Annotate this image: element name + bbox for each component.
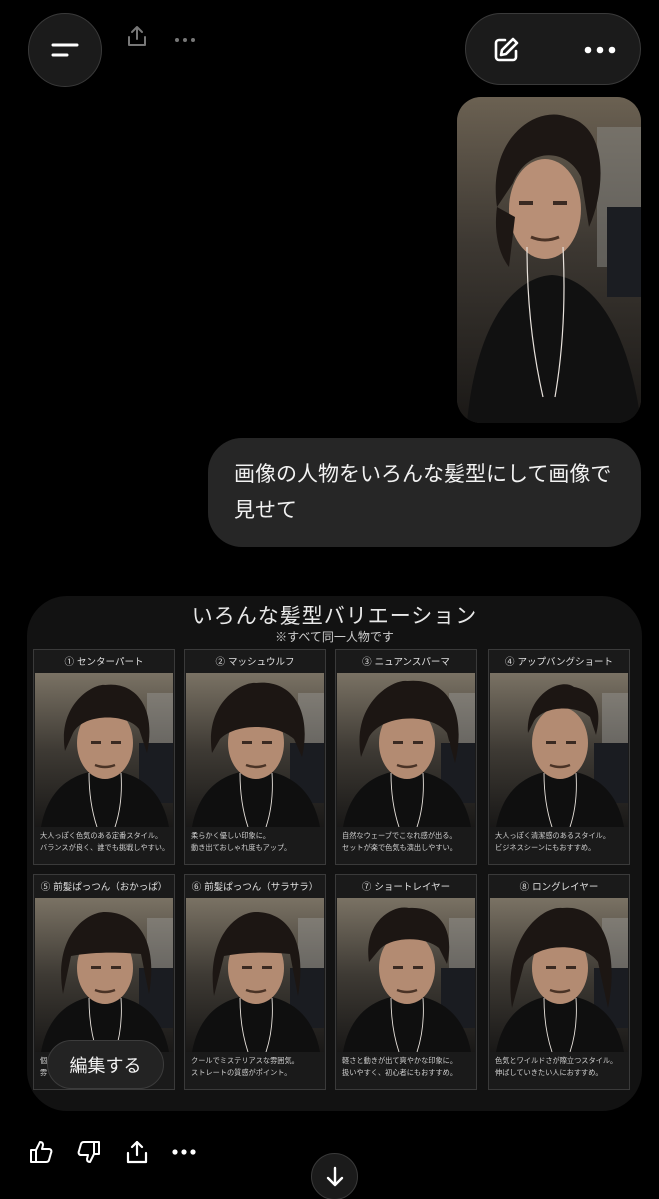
user-message-text: 画像の人物をいろんな髪型にして画像で見せて: [234, 462, 612, 522]
share-button[interactable]: [119, 1134, 155, 1170]
caption-line: バランスが良く、誰でも挑戦しやすい。: [40, 842, 170, 852]
header-actions: [465, 13, 641, 85]
hairstyle-label: ④ アップバングショート: [505, 657, 613, 668]
hairstyle-label: ① センターパート: [64, 657, 144, 668]
hairstyle-label: ⑧ ロングレイヤー: [519, 882, 599, 893]
hairstyle-photo: [490, 898, 628, 1052]
caption-line: クールでミステリアスな雰囲気。: [191, 1056, 299, 1065]
caption-line: 大人っぽく清潔感のあるスタイル。: [495, 831, 611, 840]
like-button[interactable]: [23, 1134, 59, 1170]
hairstyle-label: ② マッシュウルフ: [215, 657, 295, 668]
thumbs-down-icon: [77, 1141, 100, 1163]
image-title: いろんな髪型バリエーション: [191, 604, 478, 628]
hairstyle-label: ⑤ 前髪ぱっつん（おかっぱ）: [40, 882, 168, 893]
more-options-button[interactable]: [570, 20, 630, 80]
hairstyle-tile: ② マッシュウルフ柔らかく優しい印象に。動き出ておしゃれ度もアップ。: [184, 649, 326, 865]
hairstyle-label: ③ ニュアンスパーマ: [362, 657, 450, 668]
more-actions-button[interactable]: [166, 1134, 202, 1170]
hairstyle-label: ⑦ ショートレイヤー: [361, 882, 451, 893]
hairstyle-photo: [186, 673, 324, 827]
scroll-to-bottom-button[interactable]: [311, 1153, 358, 1199]
hairstyle-caption: 自然なウェーブでこなれ感が出る。 セットが楽で色気も演出しやすい。: [342, 830, 474, 853]
caption-line: 色気とワイルドさが際立つスタイル。: [495, 1056, 618, 1065]
share-icon: [126, 24, 148, 52]
hairstyle-caption: 柔らかく優しい印象に。動き出ておしゃれ度もアップ。: [191, 830, 323, 853]
caption-line: 伸ばしていきたい人におすすめ。: [495, 1067, 603, 1077]
caption-line: 軽さと動きが出て爽やかな印象に。: [342, 1056, 458, 1065]
user-uploaded-image[interactable]: [457, 97, 641, 423]
user-message-bubble: 画像の人物をいろんな髪型にして画像で見せて: [208, 438, 641, 547]
hairstyle-tile: ⑧ ロングレイヤー色気とワイルドさが際立つスタイル。 伸ばしていきたい人におすすめ…: [488, 874, 630, 1090]
share-icon: [126, 1140, 148, 1164]
caption-line: ビジネスシーンにもおすすめ。: [495, 842, 596, 852]
hairstyle-tile: ④ アップバングショート大人っぽく清潔感のあるスタイル。 ビジネスシーンにもおすす…: [488, 649, 630, 865]
more-horizontal-icon: [172, 1149, 196, 1155]
hairstyle-photo: [490, 673, 628, 827]
new-chat-button[interactable]: [476, 20, 536, 80]
hairstyle-tile: ⑦ ショートレイヤー軽さと動きが出て爽やかな印象に。 扱いやすく、初心者にもおすす…: [335, 874, 477, 1090]
hairstyle-tile: ① センターパート大人っぽく色気のある定番スタイル。 バランスが良く、誰でも挑戦し…: [33, 649, 175, 865]
menu-icon: [51, 43, 79, 57]
caption-line: 動き出ておしゃれ度もアップ。: [191, 842, 292, 852]
caption-line: 柔らかく優しい印象に。: [191, 831, 271, 840]
image-subtitle: ※すべて同一人物です: [275, 630, 394, 644]
thumbs-up-icon: [30, 1141, 53, 1163]
arrow-down-icon: [326, 1166, 343, 1186]
hairstyle-photo: [337, 898, 475, 1052]
hairstyle-caption: クールでミステリアスな雰囲気。 ストレートの質感がポイント。: [191, 1055, 323, 1078]
generated-image-card[interactable]: いろんな髪型バリエーション ※すべて同一人物です ① センターパート大人っぽく色…: [27, 596, 642, 1111]
more-horizontal-icon: [174, 30, 196, 49]
caption-line: 扱いやすく、初心者にもおすすめ。: [342, 1067, 458, 1077]
caption-line: 大人っぽく色気のある定番スタイル。: [40, 831, 163, 840]
edit-image-button[interactable]: 編集する: [47, 1040, 164, 1089]
caption-line: 自然なウェーブでこなれ感が出る。: [342, 831, 457, 840]
caption-line: ストレートの質感がポイント。: [191, 1067, 292, 1077]
more-horizontal-icon: [584, 46, 616, 54]
dislike-button[interactable]: [71, 1134, 107, 1170]
hairstyle-photo: [35, 898, 173, 1052]
hairstyle-caption: 大人っぽく清潔感のあるスタイル。 ビジネスシーンにもおすすめ。: [495, 830, 627, 853]
hairstyle-photo: [337, 673, 475, 827]
menu-button[interactable]: [28, 13, 102, 87]
hairstyle-photo: [186, 898, 324, 1052]
caption-line: セットが楽で色気も演出しやすい。: [342, 842, 457, 852]
hairstyle-tile: ⑥ 前髪ぱっつん（サラサラ） クールでミステリアスな雰囲気。 ストレートの質感がポイ…: [184, 874, 326, 1090]
hairstyle-caption: 大人っぽく色気のある定番スタイル。 バランスが良く、誰でも挑戦しやすい。: [40, 830, 172, 853]
edit-button-label: 編集する: [69, 1055, 142, 1077]
hairstyle-label: ⑥ 前髪ぱっつん（サラサラ）: [191, 882, 319, 893]
hairstyle-photo: [35, 673, 173, 827]
hairstyle-caption: 色気とワイルドさが際立つスタイル。 伸ばしていきたい人におすすめ。: [495, 1055, 627, 1078]
hairstyle-tile: ③ ニュアンスパーマ自然なウェーブでこなれ感が出る。 セットが楽で色気も演出しやす…: [335, 649, 477, 865]
compose-icon: [494, 37, 519, 62]
hairstyle-caption: 軽さと動きが出て爽やかな印象に。 扱いやすく、初心者にもおすすめ。: [342, 1055, 474, 1078]
